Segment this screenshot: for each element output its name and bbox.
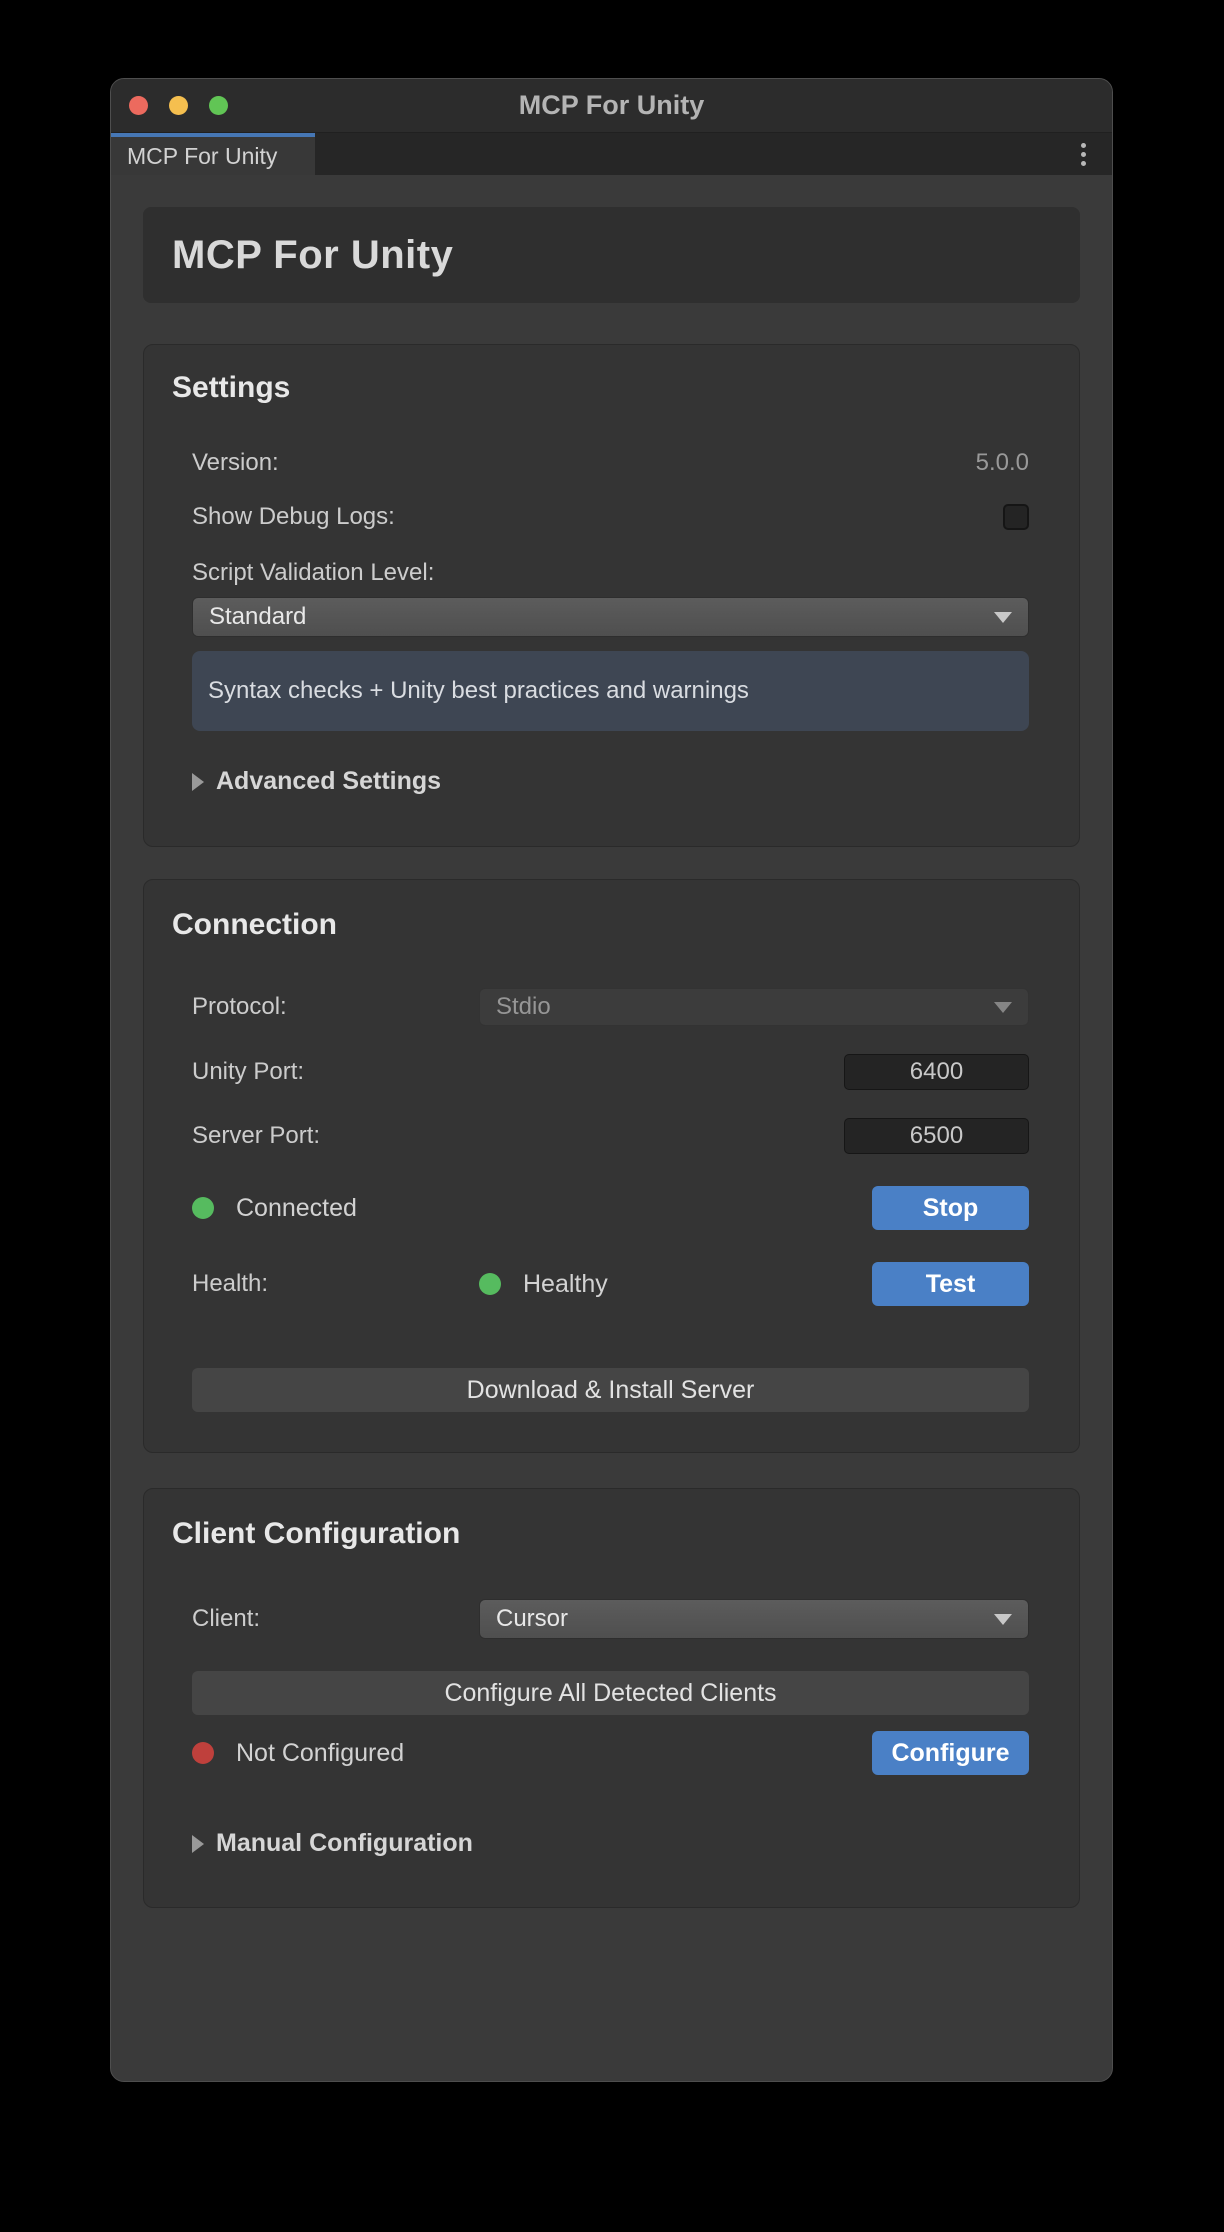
version-label: Version:	[192, 449, 279, 476]
manual-configuration-foldout[interactable]: Manual Configuration	[192, 1829, 1029, 1858]
download-install-server-button[interactable]: Download & Install Server	[192, 1368, 1029, 1412]
page-title: MCP For Unity	[172, 232, 454, 277]
server-port-label: Server Port:	[192, 1122, 321, 1149]
advanced-settings-label: Advanced Settings	[216, 767, 442, 795]
version-row: Version: 5.0.0	[192, 449, 1029, 477]
client-value: Cursor	[496, 1605, 569, 1632]
client-row: Client: Cursor	[192, 1599, 1029, 1639]
health-row: Health: Healthy Test	[192, 1262, 1029, 1306]
unity-port-label: Unity Port:	[192, 1058, 305, 1085]
protocol-dropdown: Stdio	[479, 988, 1029, 1026]
debug-logs-row: Show Debug Logs:	[192, 503, 1029, 531]
connected-status-icon	[192, 1197, 214, 1219]
validation-dropdown-row: Standard	[192, 597, 1029, 637]
header-banner: MCP For Unity	[143, 207, 1080, 303]
validation-level-label: Script Validation Level:	[192, 559, 435, 586]
title-bar: MCP For Unity	[111, 79, 1112, 133]
chevron-down-icon	[994, 611, 1012, 623]
unity-port-row: Unity Port:	[192, 1054, 1029, 1090]
settings-section: Settings Version: 5.0.0 Show Debug Logs:…	[143, 344, 1080, 847]
healthy-status-icon	[479, 1273, 501, 1295]
not-configured-status-icon	[192, 1742, 214, 1764]
download-row: Download & Install Server	[192, 1368, 1029, 1412]
traffic-lights	[129, 79, 228, 132]
stop-button[interactable]: Stop	[872, 1186, 1029, 1230]
debug-logs-checkbox[interactable]	[1003, 504, 1029, 530]
mcp-unity-window: MCP For Unity MCP For Unity MCP For Unit…	[110, 78, 1113, 2082]
validation-label-row: Script Validation Level:	[192, 559, 1029, 587]
tab-mcp-for-unity[interactable]: MCP For Unity	[111, 133, 315, 175]
protocol-row: Protocol: Stdio	[192, 988, 1029, 1026]
advanced-settings-foldout[interactable]: Advanced Settings	[192, 767, 1029, 796]
configure-all-clients-button[interactable]: Configure All Detected Clients	[192, 1671, 1029, 1715]
foldout-arrow-icon	[192, 1834, 204, 1853]
validation-level-dropdown[interactable]: Standard	[192, 597, 1029, 637]
server-port-row: Server Port:	[192, 1118, 1029, 1154]
client-dropdown[interactable]: Cursor	[479, 1599, 1029, 1639]
client-config-heading: Client Configuration	[172, 1517, 461, 1550]
server-port-input[interactable]	[844, 1118, 1029, 1154]
connection-section: Connection Protocol: Stdio Unity Port: S…	[143, 879, 1080, 1453]
kebab-menu-icon[interactable]	[1081, 133, 1086, 175]
unity-port-input[interactable]	[844, 1054, 1029, 1090]
version-value: 5.0.0	[975, 449, 1029, 476]
tab-label: MCP For Unity	[127, 142, 278, 169]
test-button[interactable]: Test	[872, 1262, 1029, 1306]
not-configured-status-text: Not Configured	[236, 1738, 405, 1767]
chevron-down-icon	[994, 1613, 1012, 1625]
minimize-window-button[interactable]	[169, 96, 188, 115]
zoom-window-button[interactable]	[209, 96, 228, 115]
close-window-button[interactable]	[129, 96, 148, 115]
window-content: MCP For Unity Settings Version: 5.0.0 Sh…	[111, 207, 1112, 1908]
client-configuration-section: Client Configuration Client: Cursor Conf…	[143, 1488, 1080, 1908]
protocol-label: Protocol:	[192, 993, 287, 1020]
foldout-arrow-icon	[192, 772, 204, 791]
health-label: Health:	[192, 1270, 269, 1297]
debug-logs-label: Show Debug Logs:	[192, 503, 395, 530]
connection-heading: Connection	[172, 908, 337, 941]
protocol-value: Stdio	[496, 993, 551, 1020]
chevron-down-icon	[994, 1001, 1012, 1013]
client-label: Client:	[192, 1605, 261, 1632]
client-status-row: Not Configured Configure	[192, 1731, 1029, 1775]
connected-status-text: Connected	[236, 1193, 357, 1222]
validation-level-value: Standard	[209, 603, 307, 630]
validation-help-text: Syntax checks + Unity best practices and…	[208, 677, 749, 704]
configure-all-row: Configure All Detected Clients	[192, 1671, 1029, 1715]
connection-status-row: Connected Stop	[192, 1186, 1029, 1230]
configure-button[interactable]: Configure	[872, 1731, 1029, 1775]
window-title: MCP For Unity	[518, 90, 705, 120]
health-status-text: Healthy	[523, 1269, 608, 1298]
manual-configuration-label: Manual Configuration	[216, 1829, 473, 1857]
validation-helpbox: Syntax checks + Unity best practices and…	[192, 651, 1029, 731]
settings-heading: Settings	[172, 371, 291, 404]
tab-bar: MCP For Unity	[111, 133, 1112, 175]
